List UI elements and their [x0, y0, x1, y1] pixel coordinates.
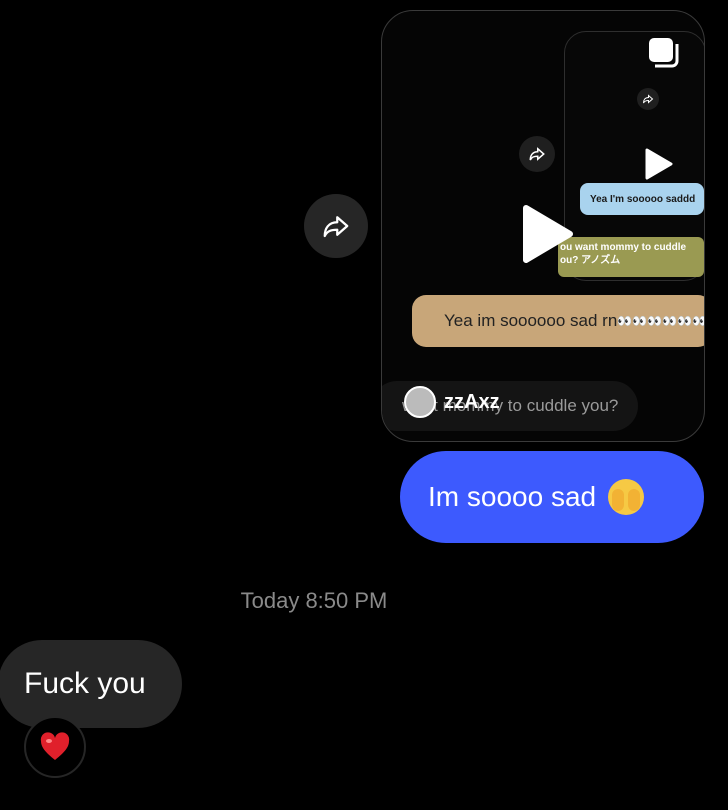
multi-post-icon — [646, 35, 680, 74]
play-icon — [644, 147, 674, 186]
received-message-bubble[interactable]: Fuck you — [0, 640, 182, 728]
share-forward-icon — [519, 136, 555, 172]
reel-frame-line: ou? アノズム — [560, 255, 621, 266]
reaction-badge[interactable] — [24, 716, 86, 778]
shared-reel-card[interactable]: Yea I'm sooooo saddd ou want mommy to cu… — [381, 10, 705, 442]
reel-frame-eyes: 👀👀👀👀👀👀 — [617, 314, 705, 328]
message-text: Fuck you — [24, 667, 146, 700]
share-button[interactable] — [304, 194, 368, 258]
message-text: Im soooo sad — [428, 481, 597, 512]
sent-message-bubble[interactable]: Im soooo sad — [400, 451, 704, 543]
reel-frame-line: Yea im soooooo sad rn — [444, 311, 618, 330]
share-forward-icon — [323, 216, 349, 238]
reel-frame-line: ou want mommy to cuddle — [560, 242, 687, 253]
reel-username[interactable]: zzAxz — [444, 391, 500, 414]
play-icon[interactable] — [520, 203, 576, 270]
reel-frame-text: ou want mommy to cuddle ou? アノズム — [558, 237, 704, 277]
avatar — [404, 386, 436, 418]
heart-reaction-icon — [40, 732, 70, 760]
reel-frame-text: Yea I'm sooooo saddd — [580, 183, 704, 215]
timestamp: Today 8:50 PM — [240, 588, 388, 613]
share-forward-icon — [637, 88, 659, 110]
face-with-open-eyes-hand-over-mouth-emoji — [608, 479, 645, 515]
reel-frame-text: Yea im soooooo sad rn 👀👀👀👀👀👀 — [412, 295, 705, 347]
